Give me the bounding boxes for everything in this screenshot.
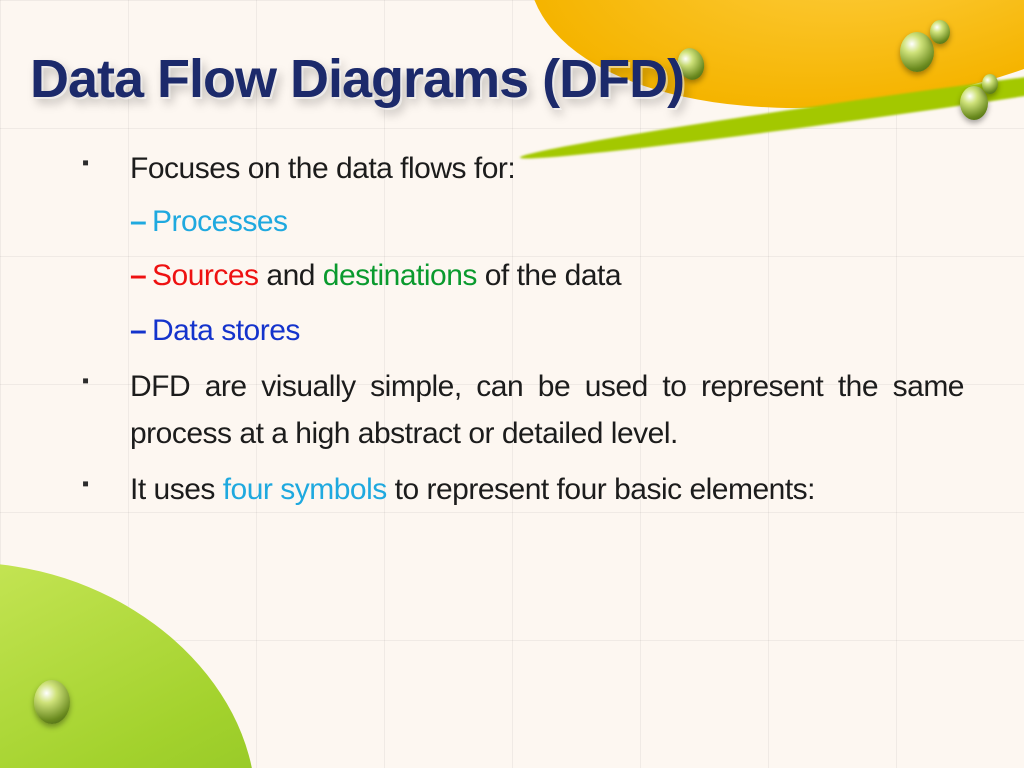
bullet-text-post: to represent four basic elements:	[387, 473, 815, 506]
slide-title: Data Flow Diagrams (DFD)	[30, 48, 964, 110]
dash-icon: –	[130, 308, 152, 355]
sub-text-sources: Sources	[152, 259, 259, 292]
sub-text-ofdata: of the data	[477, 259, 621, 292]
droplet-icon	[34, 680, 70, 724]
sub-list: –Processes –Sources and destinations of …	[130, 199, 964, 355]
list-item: –Sources and destinations of the data	[130, 253, 964, 300]
dash-icon: –	[130, 253, 152, 300]
sub-text-processes: Processes	[152, 205, 288, 238]
list-item: –Data stores	[130, 308, 964, 355]
slide-content: Data Flow Diagrams (DFD) Focuses on the …	[0, 0, 1024, 514]
bullet-text: Focuses on the data flows for:	[130, 152, 515, 185]
bullet-text-highlight: four symbols	[223, 473, 387, 506]
list-item: DFD are visually simple, can be used to …	[30, 364, 964, 457]
bullet-text-pre: It uses	[130, 473, 223, 506]
bullet-list: Focuses on the data flows for: –Processe…	[30, 146, 964, 514]
bullet-text: DFD are visually simple, can be used to …	[130, 370, 964, 450]
list-item: Focuses on the data flows for: –Processe…	[30, 146, 964, 354]
sub-text-datastores: Data stores	[152, 314, 300, 347]
sub-text-and: and	[259, 259, 323, 292]
dash-icon: –	[130, 199, 152, 246]
list-item: It uses four symbols to represent four b…	[30, 467, 964, 514]
sub-text-destinations: destinations	[323, 259, 477, 292]
list-item: –Processes	[130, 199, 964, 246]
